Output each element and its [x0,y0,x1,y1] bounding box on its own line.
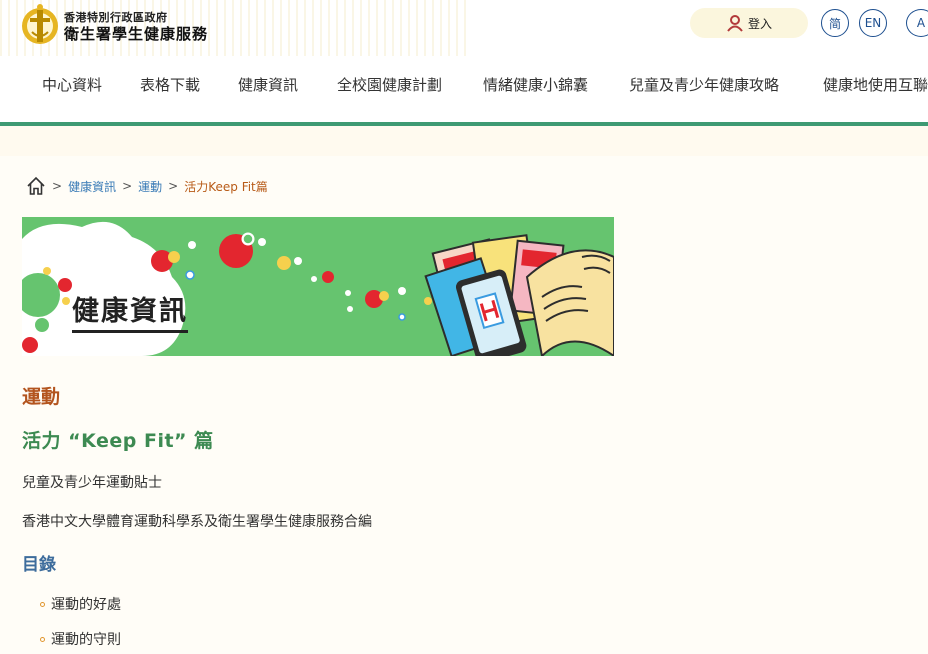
nav-healthy-internet-use[interactable]: 健康地使用互聯 [823,74,928,95]
breadcrumb-exercise[interactable]: 運動 [138,178,162,195]
credit-text: 香港中文大學體育運動科學系及衛生署學生健康服務合編 [22,514,372,530]
simplified-chinese-button[interactable]: 简 [821,9,849,37]
banner-illustration [22,217,614,356]
breadcrumb-separator: > [52,179,63,193]
health-info-banner: 健康資訊 [22,217,614,356]
top-header: 香港特別行政區政府 衛生署學生健康服務 登入 简 EN A [0,0,928,56]
toc-item-rules[interactable]: 運動的守則 [40,629,121,649]
font-size-button[interactable]: A [906,9,928,37]
nav-forms-download[interactable]: 表格下載 [140,74,200,95]
breadcrumb-health-info[interactable]: 健康資訊 [68,178,116,195]
toc-item-benefits[interactable]: 運動的好處 [40,594,121,614]
english-button[interactable]: EN [859,9,887,37]
breadcrumb-separator: > [122,179,133,193]
user-icon [727,15,743,32]
nav-health-info[interactable]: 健康資訊 [238,74,298,95]
breadcrumb: > 健康資訊 > 運動 > 活力Keep Fit篇 [26,176,268,196]
nav-child-youth-health[interactable]: 兒童及青少年健康攻略 [629,74,779,95]
nav-centre-info[interactable]: 中心資料 [42,74,102,95]
banner-title: 健康資訊 [72,289,188,333]
bullet-icon [40,601,45,607]
login-label: 登入 [747,16,772,31]
bullet-icon [40,636,45,642]
breadcrumb-current: 活力Keep Fit篇 [184,179,268,194]
home-icon[interactable] [26,176,46,196]
hksar-emblem-logo[interactable] [20,2,60,52]
department-name[interactable]: 衛生署學生健康服務 [64,23,208,44]
main-navigation: 中心資料 表格下載 健康資訊 全校園健康計劃 情緒健康小錦囊 兒童及青少年健康攻… [0,56,928,122]
page-title: 活力 “Keep Fit” 篇 [22,430,214,452]
toc-title: 目錄 [22,555,56,575]
toc-item-label: 運動的好處 [51,597,121,613]
breadcrumb-separator: > [168,179,179,193]
nav-whole-school-health[interactable]: 全校園健康計劃 [337,74,442,95]
section-title: 運動 [22,386,61,408]
nav-shadow-band [0,126,928,156]
login-button[interactable]: 登入 [690,8,808,38]
page-subtitle: 兒童及青少年運動貼士 [22,475,162,491]
nav-emotional-health-tips[interactable]: 情緒健康小錦囊 [483,74,588,95]
toc-item-label: 運動的守則 [51,632,121,648]
